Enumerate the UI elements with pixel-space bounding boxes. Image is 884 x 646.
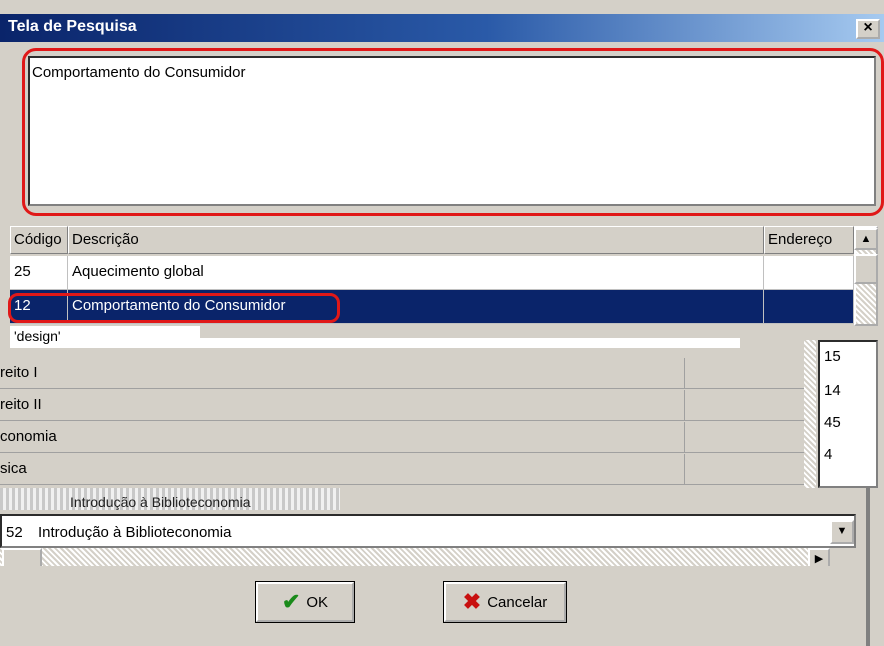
scroll-thumb[interactable] (2, 548, 42, 568)
window-title: Tela de Pesquisa (8, 18, 137, 35)
list-number: 15 (824, 348, 841, 365)
panel-divider (866, 488, 870, 646)
list-number: 4 (824, 446, 833, 463)
list-item: sica (0, 454, 684, 485)
chevron-down-icon[interactable]: ▼ (830, 520, 854, 544)
horizontal-scrollbar[interactable] (0, 548, 830, 568)
table-cell-address[interactable] (764, 256, 854, 290)
dropdown-code: 52 (6, 524, 23, 541)
cross-icon: ✖ (462, 589, 482, 614)
list-number: 14 (824, 382, 841, 399)
partial-row-text: 'design' (10, 326, 200, 348)
cancel-label: Cancelar (487, 593, 548, 611)
list-cell (684, 454, 804, 485)
checkmark-icon: ✔ (281, 589, 301, 614)
background-scrollbar (804, 340, 816, 488)
list-item: conomia (0, 422, 684, 453)
column-header-code[interactable]: Código (10, 226, 68, 254)
scroll-right-icon[interactable]: ▶ (808, 548, 830, 568)
highlight-outline-search (22, 48, 884, 216)
ok-label: OK (306, 593, 329, 611)
list-cell (684, 358, 804, 389)
render-artifact (200, 338, 740, 348)
list-cell (684, 422, 804, 453)
table-cell-code[interactable]: 25 (10, 256, 68, 290)
scroll-thumb[interactable] (854, 254, 878, 284)
column-header-address[interactable]: Endereço (764, 226, 854, 254)
button-bar (0, 566, 870, 646)
list-item: reito I (0, 358, 684, 389)
list-number: 45 (824, 414, 841, 431)
table-cell-description[interactable]: Aquecimento global (68, 256, 764, 290)
highlight-outline-selected-row (8, 293, 340, 323)
list-cell (684, 390, 804, 421)
ok-button[interactable]: ✔ OK (255, 581, 355, 623)
list-item: reito II (0, 390, 684, 421)
cancel-button[interactable]: ✖ Cancelar (443, 581, 567, 623)
close-button[interactable]: × (856, 19, 880, 39)
table-cell-address[interactable] (764, 290, 854, 324)
scroll-up-icon[interactable]: ▲ (854, 228, 878, 250)
dropdown-value: Introdução à Biblioteconomia (38, 524, 232, 541)
garbled-text: Introdução à Biblioteconomia (70, 494, 251, 510)
column-header-description[interactable]: Descrição (68, 226, 764, 254)
